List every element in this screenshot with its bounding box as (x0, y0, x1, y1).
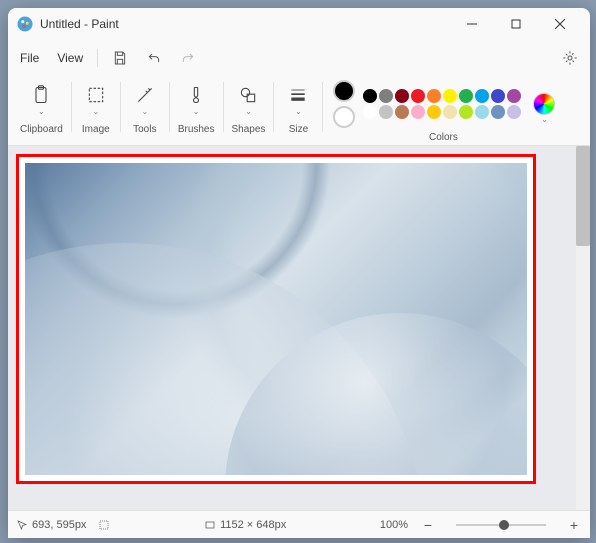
scrollbar-thumb[interactable] (576, 146, 590, 246)
label-image: Image (82, 124, 110, 135)
color-swatch-6[interactable] (459, 89, 473, 103)
edit-colors-button[interactable]: ⌄ (533, 93, 555, 115)
titlebar[interactable]: Untitled - Paint (8, 8, 590, 40)
tools-button[interactable]: ⌄ (129, 83, 161, 118)
color-swatch-4[interactable] (427, 89, 441, 103)
settings-button[interactable] (554, 42, 586, 74)
menu-file[interactable]: File (12, 47, 47, 69)
color-swatch-12[interactable] (395, 105, 409, 119)
color-palette (363, 89, 521, 119)
color-swatch-15[interactable] (443, 105, 457, 119)
cursor-position: 693, 595px (16, 519, 86, 531)
color-swatch-10[interactable] (363, 105, 377, 119)
zoom-slider[interactable] (456, 524, 546, 526)
color-swatch-13[interactable] (411, 105, 425, 119)
canvas-dimensions: 1152 × 648px (204, 519, 286, 531)
maximize-button[interactable] (494, 8, 538, 40)
canvas-image[interactable] (25, 163, 527, 475)
label-shapes: Shapes (232, 124, 266, 135)
paste-button[interactable]: ⌄ (25, 83, 57, 118)
color-swatch-3[interactable] (411, 89, 425, 103)
zoom-level: 100% (380, 519, 408, 531)
color-swatch-9[interactable] (507, 89, 521, 103)
selection-highlight (16, 154, 536, 484)
close-button[interactable] (538, 8, 582, 40)
zoom-out-button[interactable]: − (420, 517, 436, 533)
selection-icon (98, 519, 110, 531)
group-colors: ⌄ Colors (327, 78, 559, 143)
label-size: Size (289, 124, 308, 135)
dimensions-icon (204, 519, 216, 531)
group-image: ⌄ Image (76, 78, 116, 135)
color-swatch-11[interactable] (379, 105, 393, 119)
ribbon: ⌄ Clipboard ⌄ Image ⌄ Tools ⌄ Brushes (8, 76, 590, 146)
size-button[interactable]: ⌄ (282, 83, 314, 118)
color-swatch-14[interactable] (427, 105, 441, 119)
color-swatch-7[interactable] (475, 89, 489, 103)
color-swatch-1[interactable] (379, 89, 393, 103)
window-title: Untitled - Paint (40, 17, 119, 31)
label-clipboard: Clipboard (20, 124, 63, 135)
brushes-button[interactable]: ⌄ (180, 83, 212, 118)
group-clipboard: ⌄ Clipboard (16, 78, 67, 135)
selection-size (98, 519, 110, 531)
zoom-slider-thumb[interactable] (499, 520, 509, 530)
zoom-in-button[interactable]: + (566, 517, 582, 533)
group-brushes: ⌄ Brushes (174, 78, 219, 135)
color-swatch-5[interactable] (443, 89, 457, 103)
color-swatch-16[interactable] (459, 105, 473, 119)
undo-button[interactable] (138, 42, 170, 74)
color-swatch-8[interactable] (491, 89, 505, 103)
vertical-scrollbar[interactable] (576, 146, 590, 510)
shapes-button[interactable]: ⌄ (232, 83, 264, 118)
separator (97, 49, 98, 67)
group-size: ⌄ Size (278, 78, 318, 135)
group-shapes: ⌄ Shapes (228, 78, 270, 135)
canvas-area[interactable] (8, 146, 590, 510)
save-button[interactable] (104, 42, 136, 74)
statusbar: 693, 595px 1152 × 648px 100% − + (8, 510, 590, 538)
color-swatch-18[interactable] (491, 105, 505, 119)
menu-view[interactable]: View (49, 47, 91, 69)
menubar: File View (8, 40, 590, 76)
group-tools: ⌄ Tools (125, 78, 165, 135)
cursor-icon (16, 519, 28, 531)
redo-button[interactable] (172, 42, 204, 74)
color-swatch-17[interactable] (475, 105, 489, 119)
label-colors: Colors (429, 132, 458, 143)
app-window: Untitled - Paint File View ⌄ Clipboard ⌄… (8, 8, 590, 538)
primary-color-swatch[interactable] (333, 80, 355, 102)
color-swatch-2[interactable] (395, 89, 409, 103)
minimize-button[interactable] (450, 8, 494, 40)
label-tools: Tools (133, 124, 156, 135)
paint-app-icon (16, 15, 34, 33)
select-button[interactable]: ⌄ (80, 83, 112, 118)
secondary-color-swatch[interactable] (333, 106, 355, 128)
color-swatch-19[interactable] (507, 105, 521, 119)
color-swatch-0[interactable] (363, 89, 377, 103)
label-brushes: Brushes (178, 124, 215, 135)
